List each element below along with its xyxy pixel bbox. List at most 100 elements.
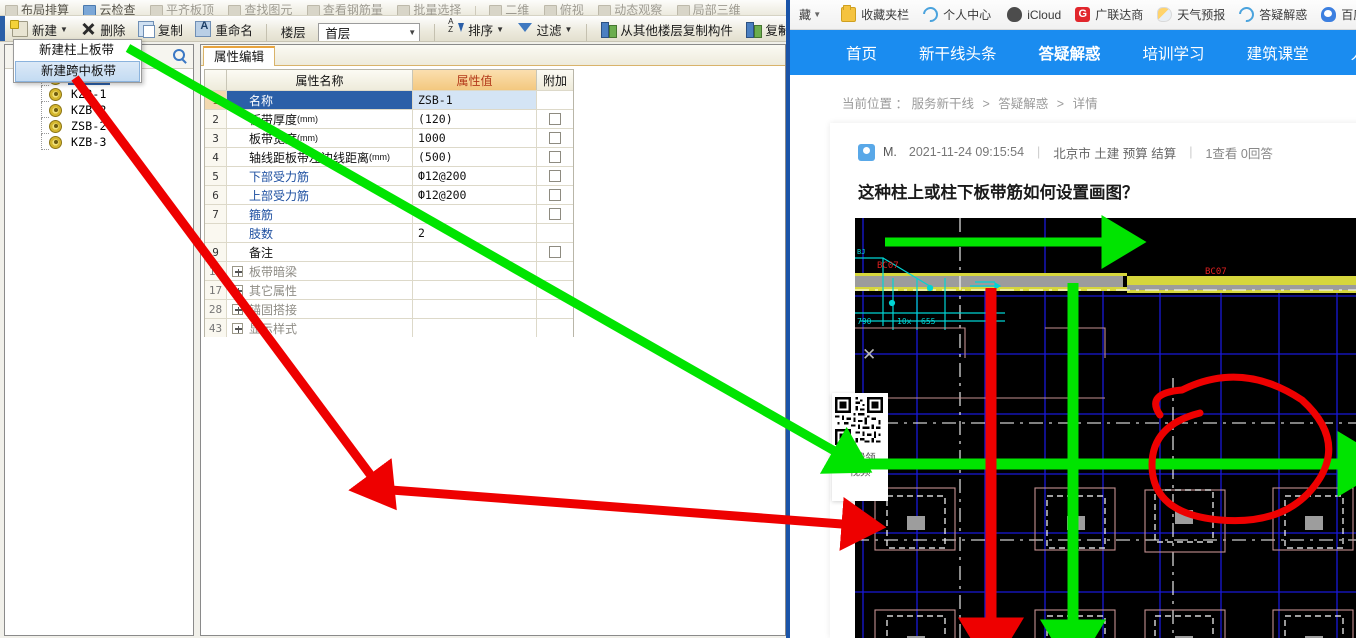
copy-from-other-floor-button[interactable]: 从其他楼层复制构件 (596, 16, 737, 41)
property-value-cell[interactable]: (500) (413, 148, 537, 166)
property-value-cell[interactable]: (120) (413, 110, 537, 128)
copy-from-floor-label: 从其他楼层复制构件 (620, 23, 733, 38)
property-group-cell[interactable]: 其它属性 (227, 281, 413, 299)
property-name-text: 轴线距板带左边线距离 (249, 150, 370, 165)
toolbar-divider (585, 24, 587, 41)
table-row[interactable]: 7 箍筋 (205, 204, 573, 223)
table-row[interactable]: 28 锚固搭接 (205, 299, 573, 318)
two-d-icon (489, 5, 503, 15)
nav-item-classroom[interactable]: 建筑课堂 (1226, 42, 1330, 64)
attach-checkbox[interactable] (549, 246, 561, 258)
search-icon[interactable] (173, 49, 185, 61)
property-value-cell[interactable] (413, 243, 537, 261)
toolbar-item-view-rebar[interactable]: 查看钢筋量 (302, 0, 388, 15)
question-meta: M. 2021-11-24 09:15:54 | 北京市 土建 预算 结算 | … (830, 137, 1356, 167)
toolbar-item-cloud-check[interactable]: 云检查 (78, 0, 140, 15)
toolbar-item-find-element[interactable]: 查找图元 (223, 0, 297, 15)
attach-checkbox[interactable] (549, 151, 561, 163)
bookmark-weather[interactable]: 天气预报 (1150, 0, 1232, 29)
menu-item-new-column-strip[interactable]: 新建柱上板带 (14, 40, 141, 61)
table-row[interactable]: 4 轴线距板带左边线距离 (mm) (500) (205, 147, 573, 166)
tree-item-kzb-2[interactable]: KZB-2 (5, 102, 193, 118)
close-icon[interactable]: ✕ (862, 346, 876, 363)
breadcrumb-item-qa[interactable]: 答疑解惑 (998, 97, 1048, 111)
component-tree-panel: ZSB-1 KZB-1 KZB-2 ZSB-2 (4, 44, 194, 636)
component-icon (49, 119, 62, 133)
cloud-check-icon (83, 5, 97, 15)
bookmark-personal-center[interactable]: 个人中心 (916, 0, 998, 29)
table-row[interactable]: 6 上部受力筋 Ф12@200 (205, 185, 573, 204)
rename-button[interactable]: 重命名 (191, 16, 257, 41)
tree-item-zsb-2[interactable]: ZSB-2 (5, 118, 193, 134)
row-number: 2 (205, 110, 227, 128)
toolbar-item-align-slab[interactable]: 平齐板顶 (145, 0, 219, 15)
property-value-cell[interactable]: Ф12@200 (413, 167, 537, 185)
expand-icon[interactable] (232, 322, 243, 334)
attach-checkbox[interactable] (549, 208, 561, 220)
toolbar-overflow-button[interactable]: » (779, 16, 786, 41)
attach-checkbox[interactable] (549, 132, 561, 144)
property-value-cell[interactable]: 1000 (413, 129, 537, 147)
property-value-cell (413, 281, 537, 299)
expand-icon[interactable] (232, 284, 243, 296)
property-value-cell (413, 262, 537, 280)
table-row[interactable]: 43 显示样式 (205, 318, 573, 337)
attach-checkbox[interactable] (549, 189, 561, 201)
breadcrumb-item-service[interactable]: 服务新干线 (911, 97, 974, 111)
toolbar-item-local-3d[interactable]: 局部三维 (672, 0, 746, 15)
row-number: 43 (205, 319, 227, 337)
table-row[interactable]: 5 下部受力筋 Ф12@200 (205, 166, 573, 185)
toolbar-item-two-d[interactable]: 二维 (484, 0, 534, 15)
property-name-cell: 上部受力筋 (227, 186, 413, 204)
toolbar-item-layout[interactable]: 布局排算 (0, 0, 74, 15)
expand-icon[interactable] (232, 303, 243, 315)
filter-button[interactable]: 过滤 ▼ (513, 16, 577, 41)
tree-connector (41, 134, 49, 150)
property-value-cell[interactable]: ZSB-1 (413, 91, 537, 109)
author-name[interactable]: M. (883, 145, 897, 159)
property-name-cell: 名称 (227, 91, 413, 109)
bookmark-qa[interactable]: 答疑解惑 (1232, 0, 1314, 29)
filter-button-label: 过滤 (536, 23, 562, 38)
bookmarks-bar: 藏 ▼ 收藏夹栏 个人中心 iCloud 广联达商 天气预报 (790, 0, 1356, 30)
expand-icon[interactable] (232, 265, 243, 277)
table-row[interactable]: 17 其它属性 (205, 280, 573, 299)
attach-checkbox[interactable] (549, 113, 561, 125)
toolbar-item-top-view[interactable]: 俯视 (539, 0, 589, 15)
nav-item-home[interactable]: 首页 (825, 42, 898, 64)
property-group-cell[interactable]: 锚固搭接 (227, 300, 413, 318)
property-value-cell[interactable]: 2 (413, 224, 537, 242)
tree-item-kzb-3[interactable]: KZB-3 (5, 134, 193, 150)
floor-label: 楼层 (280, 26, 306, 40)
property-value-cell[interactable] (413, 205, 537, 223)
table-row[interactable]: 3 板带宽度 (mm) 1000 (205, 128, 573, 147)
nav-item-training[interactable]: 培训学习 (1122, 42, 1226, 64)
table-row[interactable]: 1 名称 ZSB-1 (205, 90, 573, 109)
browser-window: 藏 ▼ 收藏夹栏 个人中心 iCloud 广联达商 天气预报 (790, 0, 1356, 638)
bookmark-baidu[interactable]: 百度新 (1314, 0, 1356, 29)
bookmark-folder-bar[interactable]: 收藏夹栏 (834, 0, 916, 29)
nav-item-qa[interactable]: 答疑解惑 (1018, 42, 1122, 64)
property-value-cell[interactable]: Ф12@200 (413, 186, 537, 204)
nav-item-jobs[interactable]: 人才招聘 (1330, 42, 1356, 64)
bookmark-icloud[interactable]: iCloud (998, 0, 1068, 29)
table-row[interactable]: 2 板带厚度 (mm) (120) (205, 109, 573, 128)
sort-button[interactable]: 排序 ▼ (444, 16, 508, 41)
floor-select[interactable]: 首层 ▼ (318, 23, 421, 41)
toolbar-item-batch-select[interactable]: 批量选择 (392, 0, 466, 15)
tab-property-editor[interactable]: 属性编辑 (203, 46, 276, 66)
property-group-cell[interactable]: 板带暗梁 (227, 262, 413, 280)
toolbar-item-orbit[interactable]: 动态观察 (593, 0, 667, 15)
table-row[interactable]: 10 板带暗梁 (205, 261, 573, 280)
menu-item-new-middle-strip[interactable]: 新建跨中板带 (15, 61, 140, 82)
tree-item-kzb-1[interactable]: KZB-1 (5, 86, 193, 102)
table-row[interactable]: 肢数 2 (205, 223, 573, 242)
copy-icon (137, 21, 155, 38)
bookmark-favorites[interactable]: 藏 ▼ (792, 0, 834, 29)
property-unit: (mm) (297, 114, 319, 124)
property-group-cell[interactable]: 显示样式 (227, 319, 413, 337)
attach-checkbox[interactable] (549, 170, 561, 182)
bookmark-glodon[interactable]: 广联达商 (1068, 0, 1150, 29)
table-row[interactable]: 9 备注 (205, 242, 573, 261)
nav-item-headlines[interactable]: 新干线头条 (898, 42, 1018, 64)
